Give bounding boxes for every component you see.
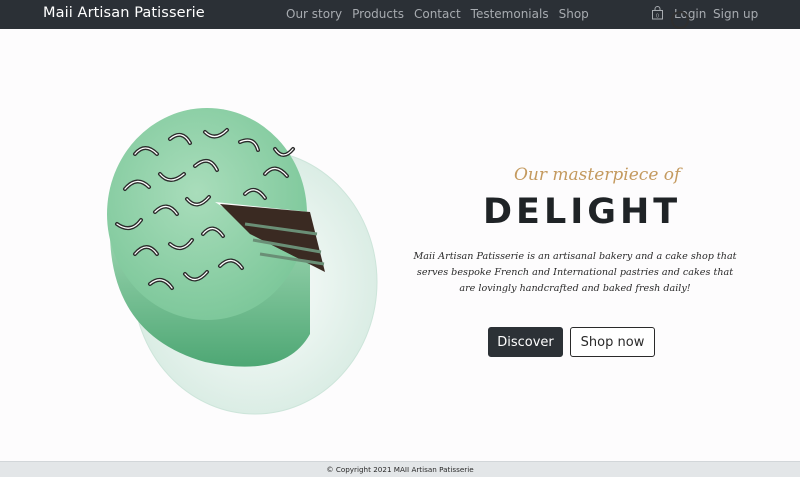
mint-chocolate-cake-image xyxy=(107,108,378,415)
discover-button[interactable]: Discover xyxy=(488,327,563,357)
hero-tagline: Our masterpiece of xyxy=(514,165,681,185)
brand-logo-link[interactable]: Maii Artisan Patisserie xyxy=(43,5,205,21)
svg-text:0: 0 xyxy=(656,14,659,20)
nav-link-contact[interactable]: Contact xyxy=(414,7,461,21)
nav-link-shop[interactable]: Shop xyxy=(559,7,589,21)
nav-link-our-story[interactable]: Our story xyxy=(286,7,342,21)
nav-link-testimonials[interactable]: Testemonials xyxy=(471,7,549,21)
shop-now-button[interactable]: Shop now xyxy=(570,327,655,357)
hero-description: Maii Artisan Patisserie is an artisanal … xyxy=(413,251,737,294)
cursor-indicator xyxy=(671,11,689,29)
hero-section: Our masterpiece of DELIGHT Maii Artisan … xyxy=(0,29,800,461)
copyright-text: © Copyright 2021 MAII Artisan Patisserie xyxy=(326,465,474,474)
site-footer: © Copyright 2021 MAII Artisan Patisserie xyxy=(0,461,800,477)
signup-link[interactable]: Sign up xyxy=(713,7,758,21)
hero-headline: DELIGHT xyxy=(483,192,682,232)
nav-links: Our story Products Contact Testemonials … xyxy=(286,7,589,21)
nav-link-products[interactable]: Products xyxy=(352,7,404,21)
shopping-bag-icon[interactable]: 0 xyxy=(651,6,664,20)
